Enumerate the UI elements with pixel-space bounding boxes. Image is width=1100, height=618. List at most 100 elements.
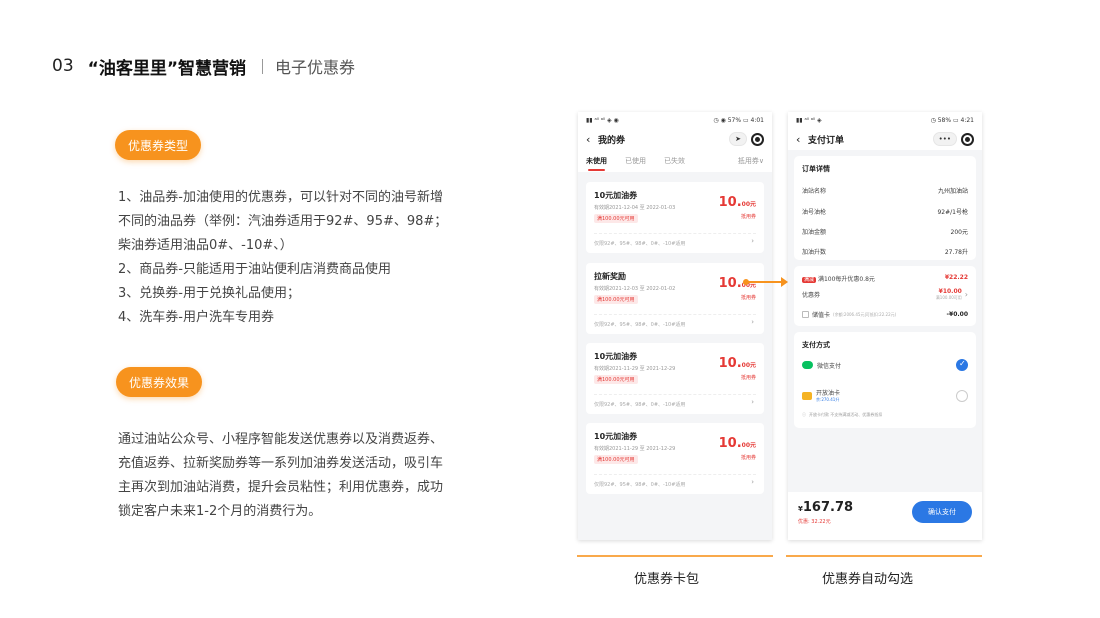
payment-order-screenshot: ▮▮ ᵃˡˡ ᵃˡˡ ◈ ◷ 58% ▭ 4:21 ‹ 支付订单 ••• 订单详… bbox=[788, 112, 982, 540]
stored-card-value: -¥0.00 bbox=[946, 311, 968, 318]
coupon-scope: 仅限92#、95#、98#、0#、-10#适用 bbox=[594, 402, 686, 408]
coupon-card[interactable]: 10元加油券 有效期2021-11-29 至 2021-12-29 满100.0… bbox=[586, 343, 764, 414]
fuel-card-option[interactable]: 开放油卡 余:270.41升 bbox=[802, 388, 968, 403]
fuel-card-label: 开放油卡 bbox=[816, 390, 841, 397]
wechat-pay-icon bbox=[802, 361, 813, 369]
more-icon[interactable]: ••• bbox=[932, 132, 957, 146]
fuel-card-tip-text: 开放卡付款 不支持满减活动、优惠券抵扣 bbox=[809, 412, 883, 417]
order-row-label: 油号油枪 bbox=[802, 209, 827, 216]
text-line: 充值返券、拉新奖励券等一系列加油券发送活动，吸引车 bbox=[118, 456, 444, 471]
text-line: 不同的油品券（举例：汽油券适用于92#、95#、98#； bbox=[118, 214, 448, 229]
promo-value: ¥22.22 bbox=[944, 274, 968, 281]
order-details-heading: 订单详情 bbox=[802, 165, 830, 173]
chevron-right-icon: › bbox=[751, 398, 754, 406]
coupon-scope: 仅限92#、95#、98#、0#、-10#适用 bbox=[594, 482, 686, 488]
order-row: 加油升数 27.78升 bbox=[802, 247, 968, 256]
status-bar: ▮▮ ᵃˡˡ ᵃˡˡ ◈ ◉ ◷ ◉ 57% ▭ 4:01 bbox=[578, 112, 772, 128]
text-line: 通过油站公众号、小程序智能发送优惠券以及消费返券、 bbox=[118, 432, 444, 447]
wechat-pay-radio[interactable] bbox=[956, 359, 968, 371]
divider bbox=[594, 233, 756, 234]
coupon-name: 10元加油券 bbox=[594, 432, 638, 441]
link-arrow-icon bbox=[743, 277, 788, 287]
order-row: 油号油枪 92#/1号枪 bbox=[802, 207, 968, 216]
fuel-card-radio[interactable] bbox=[956, 389, 968, 402]
coupon-card[interactable]: 拉新奖励 有效期2021-12-03 至 2022-01-02 满100.00元… bbox=[586, 263, 764, 334]
coupon-validity: 有效期2021-11-29 至 2021-12-29 bbox=[594, 366, 676, 372]
coupon-validity: 有效期2021-12-03 至 2022-01-02 bbox=[594, 286, 676, 292]
divider bbox=[594, 314, 756, 315]
chevron-right-icon: › bbox=[751, 237, 754, 245]
order-row: 油站名称 九州加油站 bbox=[802, 186, 968, 195]
nav-bar: ‹ 我的券 ➤ bbox=[578, 128, 772, 150]
tab-expired[interactable]: 已失效 bbox=[664, 156, 685, 166]
coupon-amount-int: 10. bbox=[718, 276, 742, 291]
text-line: 锁定客户未来1-2个月的消费行为。 bbox=[118, 504, 322, 519]
coupon-type: 抵用券 bbox=[740, 295, 756, 301]
coupon-tabs: 未使用 已使用 已失效 抵用券∨ bbox=[578, 150, 772, 172]
location-icon[interactable]: ➤ bbox=[729, 132, 747, 146]
order-row-label: 加油升数 bbox=[802, 249, 827, 256]
divider bbox=[594, 474, 756, 475]
coupon-type-filter[interactable]: 抵用券∨ bbox=[738, 156, 764, 166]
stored-card-row[interactable]: 储值卡 (余额:2006.45元|可抵扣:22.22元) -¥0.00 bbox=[802, 310, 968, 319]
coupon-types-pill: 优惠券类型 bbox=[115, 130, 202, 160]
saved-amount: 优惠: 32.22元 bbox=[798, 519, 831, 525]
promo-row: 满减 满100每升优惠0.8元 ¥22.22 bbox=[802, 274, 968, 283]
coupon-wallet-caption: 优惠券卡包 bbox=[634, 572, 700, 587]
coupon-scope: 仅限92#、95#、98#、0#、-10#适用 bbox=[594, 322, 686, 328]
section-number: 03 bbox=[52, 56, 74, 76]
stored-card-checkbox[interactable] bbox=[802, 311, 809, 318]
discount-card: 满减 满100每升优惠0.8元 ¥22.22 优惠券 ¥10.00 满100.0… bbox=[794, 266, 976, 326]
tab-used[interactable]: 已使用 bbox=[625, 156, 646, 166]
coupon-name: 10元加油券 bbox=[594, 191, 638, 200]
order-row-value: 九州加油站 bbox=[937, 188, 968, 195]
caption-underline bbox=[577, 555, 773, 557]
status-bar-right: ◷ 58% ▭ 4:21 bbox=[930, 116, 974, 124]
order-row-value: 92#/1号枪 bbox=[937, 209, 968, 216]
coupon-scope: 仅限92#、95#、98#、0#、-10#适用 bbox=[594, 241, 686, 247]
order-row-label: 油站名称 bbox=[802, 188, 827, 195]
coupon-types-text: 1、油品券-加油使用的优惠券，可以针对不同的油号新增 不同的油品券（举例：汽油券… bbox=[118, 186, 468, 330]
order-row-value: 200元 bbox=[950, 229, 968, 236]
close-mini-program-icon[interactable] bbox=[751, 132, 764, 146]
payment-method-card: 支付方式 微信支付 开放油卡 余:270.41升 ⓘ 开放卡付款 不支持满减活动… bbox=[794, 332, 976, 428]
coupon-validity: 有效期2021-11-29 至 2021-12-29 bbox=[594, 446, 676, 452]
coupon-card[interactable]: 10元加油券 有效期2021-11-29 至 2021-12-29 满100.0… bbox=[586, 423, 764, 494]
promo-label: 满100每升优惠0.8元 bbox=[817, 276, 875, 283]
coupon-amount-cents: 00元 bbox=[741, 362, 756, 369]
coupon-name: 拉新奖励 bbox=[594, 272, 626, 281]
order-details-card: 订单详情 油站名称 九州加油站 油号油枪 92#/1号枪 加油金额 200元 加油升数… bbox=[794, 156, 976, 260]
text-line: 1、油品券-加油使用的优惠券，可以针对不同的油号新增 bbox=[118, 190, 443, 205]
coupon-effect-pill: 优惠券效果 bbox=[116, 367, 203, 397]
coupon-amount-int: 10. bbox=[718, 356, 742, 371]
nav-title: 我的券 bbox=[598, 135, 626, 146]
coupon-label: 优惠券 bbox=[802, 292, 821, 299]
order-row-value: 27.78升 bbox=[944, 249, 968, 256]
back-icon[interactable]: ‹ bbox=[796, 133, 808, 146]
coupon-card[interactable]: 10元加油券 有效期2021-12-04 至 2022-01-03 满100.0… bbox=[586, 182, 764, 253]
coupon-wallet-screenshot: ▮▮ ᵃˡˡ ᵃˡˡ ◈ ◉ ◷ ◉ 57% ▭ 4:01 ‹ 我的券 ➤ 未使… bbox=[578, 112, 772, 540]
text-line: 主再次到加油站消费，提升会员粘性；利用优惠券，成功 bbox=[118, 480, 444, 495]
wechat-pay-option[interactable]: 微信支付 bbox=[802, 359, 968, 371]
coupon-validity: 有效期2021-12-04 至 2022-01-03 bbox=[594, 205, 676, 211]
status-bar-left: ▮▮ ᵃˡˡ ᵃˡˡ ◈ ◉ bbox=[586, 116, 619, 124]
coupon-amount: 10.00元 bbox=[719, 356, 756, 371]
fuel-card-icon bbox=[802, 391, 812, 400]
tab-unused[interactable]: 未使用 bbox=[586, 156, 607, 171]
coupon-row[interactable]: 优惠券 ¥10.00 满100.00可用 › bbox=[802, 288, 968, 301]
chevron-right-icon: › bbox=[751, 478, 754, 486]
coupon-name: 10元加油券 bbox=[594, 352, 638, 361]
wechat-pay-label: 微信支付 bbox=[817, 362, 842, 370]
status-bar: ▮▮ ᵃˡˡ ᵃˡˡ ◈ ◷ 58% ▭ 4:21 bbox=[788, 112, 982, 128]
back-icon[interactable]: ‹ bbox=[586, 133, 598, 146]
fuel-card-balance: 余:270.41升 bbox=[816, 397, 840, 402]
coupon-amount-cents: 00元 bbox=[741, 442, 756, 449]
close-mini-program-icon[interactable] bbox=[961, 132, 974, 146]
coupon-note: 满100.00可用 bbox=[935, 295, 962, 300]
info-icon: ⓘ bbox=[802, 412, 806, 417]
chevron-right-icon: › bbox=[964, 290, 968, 299]
coupon-amount-cents: 00元 bbox=[741, 201, 756, 208]
coupon-threshold: 满100.00元可用 bbox=[594, 214, 638, 223]
fuel-card-tip: ⓘ 开放卡付款 不支持满减活动、优惠券抵扣 bbox=[802, 412, 968, 418]
confirm-pay-button[interactable]: 确认支付 bbox=[912, 501, 972, 523]
